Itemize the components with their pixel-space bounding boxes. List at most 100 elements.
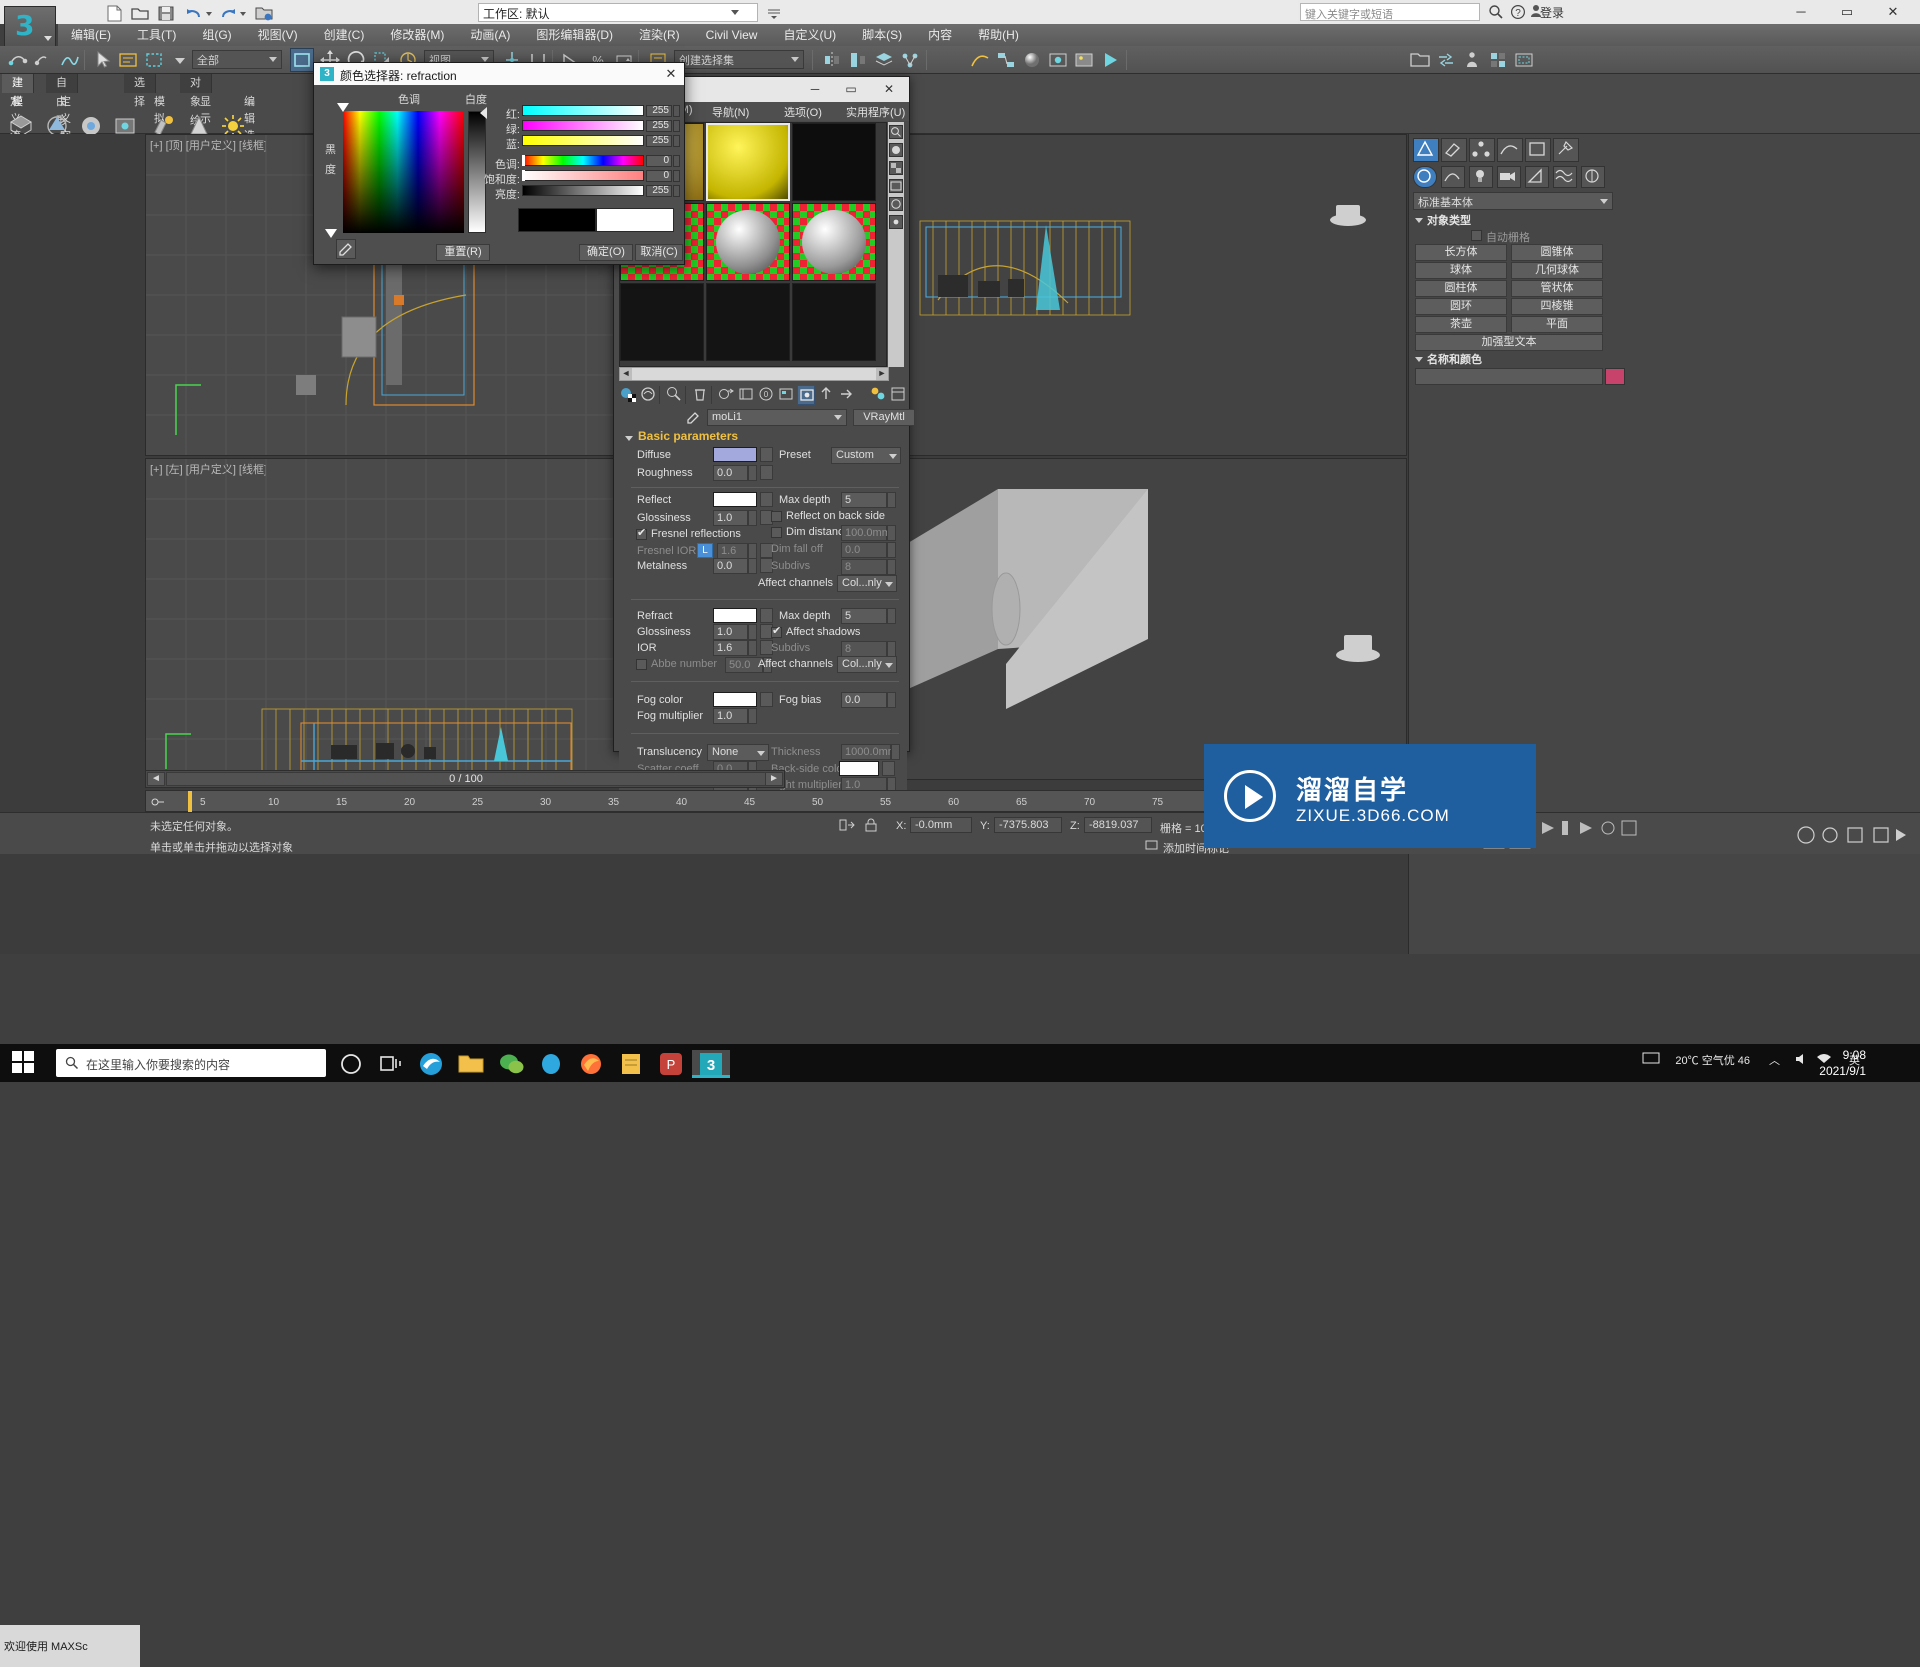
3dsmax-taskbar-icon[interactable]: 3 xyxy=(692,1050,730,1078)
blue-gradient-bar[interactable] xyxy=(522,135,644,146)
search-icon[interactable] xyxy=(1488,4,1504,20)
render-setup-icon[interactable] xyxy=(1046,48,1070,72)
dim-fall-off-value[interactable]: 0.0 xyxy=(841,542,887,558)
fresnel-ior-value[interactable]: 1.6 xyxy=(717,543,748,559)
open-file-icon[interactable] xyxy=(130,4,149,21)
cp-tab-display[interactable] xyxy=(1525,138,1551,162)
create-sphere-button[interactable]: 球体 xyxy=(1415,262,1507,279)
reflect-back-side-checkbox[interactable] xyxy=(771,511,782,522)
create-geosphere-button[interactable]: 几何球体 xyxy=(1511,262,1603,279)
minimize-button[interactable]: ─ xyxy=(1778,0,1824,24)
value-slider-marker[interactable] xyxy=(480,107,487,119)
help-search-input[interactable]: 键入关键字或短语 xyxy=(1300,3,1480,21)
fog-color-swatch[interactable] xyxy=(713,692,757,707)
lock-selection-icon[interactable] xyxy=(862,817,880,833)
menu-item-modifiers[interactable]: 修改器(M) xyxy=(377,24,457,46)
rollout-collapse-icon[interactable] xyxy=(625,436,633,441)
slot-backlight-icon[interactable] xyxy=(889,143,903,157)
select-region-dropdown-icon[interactable] xyxy=(168,48,192,72)
fresnel-reflections-checkbox[interactable] xyxy=(636,526,647,540)
material-slot-3[interactable] xyxy=(792,123,876,201)
create-cone-button[interactable]: 圆锥体 xyxy=(1511,244,1603,261)
ribbon-tab-selection[interactable]: 选择 xyxy=(124,74,156,108)
me-menu-navigation[interactable]: 导航(N) xyxy=(712,104,749,120)
hue-marker-bottom[interactable] xyxy=(325,229,337,238)
diffuse-map-button[interactable] xyxy=(760,447,773,462)
slot-scrollbar[interactable] xyxy=(888,122,904,367)
named-selection-combo[interactable]: 创建选择集 xyxy=(674,50,804,69)
cp-tab-modify[interactable] xyxy=(1441,138,1467,162)
diffuse-color-swatch[interactable] xyxy=(713,447,757,462)
safe-frames-icon[interactable] xyxy=(1512,48,1536,72)
hue-slider-thumb[interactable] xyxy=(522,155,525,166)
x-coord-input[interactable]: -0.0mm xyxy=(910,817,972,833)
material-slot-8[interactable] xyxy=(706,283,790,361)
firefox-icon[interactable] xyxy=(572,1050,610,1078)
material-slot-6[interactable] xyxy=(792,203,876,281)
material-explorer-icon[interactable] xyxy=(889,385,907,405)
menu-item-views[interactable]: 视图(V) xyxy=(245,24,311,46)
reflect-affect-channels-combo[interactable]: Col...nly xyxy=(837,575,897,592)
brightness-spinner[interactable] xyxy=(673,185,680,197)
material-editor-icon[interactable] xyxy=(1020,48,1044,72)
create-box-button[interactable]: 长方体 xyxy=(1415,244,1507,261)
create-plane-button[interactable]: 平面 xyxy=(1511,316,1603,333)
back-side-color-swatch[interactable] xyxy=(839,761,879,776)
cp-tab-create[interactable] xyxy=(1413,138,1439,162)
brightness-gradient-bar[interactable] xyxy=(522,185,644,196)
material-id-icon[interactable]: 0 xyxy=(757,385,775,405)
dim-distance-spinner[interactable] xyxy=(887,525,896,541)
ribbon-tab-object-paint[interactable]: 对象绘制 xyxy=(180,74,212,146)
reflect-max-depth-spinner[interactable] xyxy=(887,492,896,508)
blue-spinner[interactable] xyxy=(673,135,680,147)
task-view-icon[interactable] xyxy=(372,1050,410,1078)
me-menu-utilities[interactable]: 实用程序(U) xyxy=(846,104,905,120)
time-slider[interactable]: ◄ 0 / 100 ► xyxy=(145,770,785,788)
hue-saturation-field[interactable] xyxy=(343,111,464,233)
me-close-button[interactable]: ✕ xyxy=(871,77,907,102)
hue-gradient-bar[interactable] xyxy=(522,155,644,166)
go-forward-sibling-icon[interactable] xyxy=(837,385,855,405)
metalness-spinner[interactable] xyxy=(748,558,757,574)
graph-editor-icon[interactable] xyxy=(898,48,922,72)
me-minimize-button[interactable]: ─ xyxy=(797,77,833,102)
material-slot-7[interactable] xyxy=(620,283,704,361)
refract-subdivs-spinner[interactable] xyxy=(887,641,896,657)
make-unique-icon[interactable] xyxy=(717,385,735,405)
create-tube-button[interactable]: 管状体 xyxy=(1511,280,1603,297)
qq-icon[interactable] xyxy=(532,1050,570,1078)
hue-marker-top[interactable] xyxy=(337,103,349,112)
me-menu-options[interactable]: 选项(O) xyxy=(784,104,822,120)
refract-map-button[interactable] xyxy=(760,608,773,623)
wechat-icon[interactable] xyxy=(492,1050,530,1078)
reflect-subdivs-spinner[interactable] xyxy=(887,559,896,575)
cortana-icon[interactable] xyxy=(332,1050,370,1078)
green-value[interactable]: 255 xyxy=(646,120,672,132)
put-to-library-icon[interactable] xyxy=(737,385,755,405)
taskbar-search-input[interactable]: 在这里输入你要搜索的内容 xyxy=(56,1049,326,1077)
fog-multiplier-value[interactable]: 1.0 xyxy=(713,708,748,724)
saturation-value[interactable]: 0 xyxy=(646,170,672,182)
hscroll-left-icon[interactable]: ◄ xyxy=(620,368,632,380)
object-category-combo[interactable]: 标准基本体 xyxy=(1413,192,1613,210)
track-bar-key-icon[interactable] xyxy=(150,794,166,810)
help-icon[interactable]: ? xyxy=(1510,4,1526,20)
ior-value[interactable]: 1.6 xyxy=(713,640,748,656)
hue-spinner[interactable] xyxy=(673,155,680,167)
red-value[interactable]: 255 xyxy=(646,105,672,117)
brightness-value[interactable]: 255 xyxy=(646,185,672,197)
maximize-button[interactable]: ▭ xyxy=(1824,0,1870,24)
slot-background-icon[interactable] xyxy=(889,161,903,175)
get-material-icon[interactable] xyxy=(619,385,637,405)
show-map-in-viewport-icon[interactable] xyxy=(777,385,795,405)
slot-sample-uv-icon[interactable] xyxy=(889,179,903,193)
roughness-value[interactable]: 0.0 xyxy=(713,465,748,481)
set-project-icon[interactable] xyxy=(254,4,273,21)
object-type-collapse-icon[interactable] xyxy=(1415,218,1423,223)
name-color-collapse-icon[interactable] xyxy=(1415,357,1423,362)
schematic-view-icon[interactable] xyxy=(994,48,1018,72)
window-crossing-icon[interactable] xyxy=(290,48,314,72)
create-lights-icon[interactable] xyxy=(1469,166,1493,188)
preset-combo[interactable]: Custom xyxy=(831,447,901,464)
menu-item-scripting[interactable]: 脚本(S) xyxy=(849,24,915,46)
